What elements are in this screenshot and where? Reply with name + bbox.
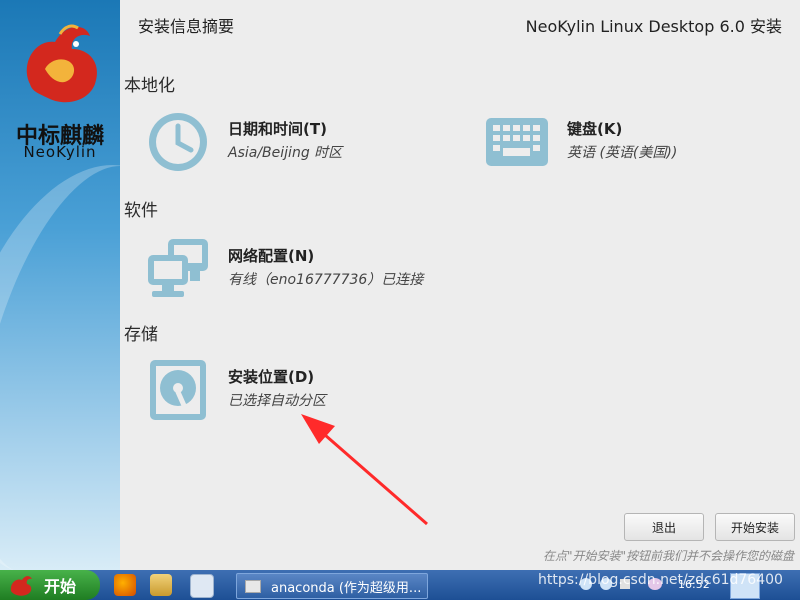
file-manager-icon[interactable] — [190, 574, 214, 598]
qilin-start-icon — [10, 576, 32, 596]
product-title: NeoKylin Linux Desktop 6.0 安装 — [525, 17, 782, 36]
disk-warning-hint: 在点"开始安装"按钮前我们并不会操作您的磁盘 — [542, 549, 794, 563]
brand-name-en: NeoKylin — [23, 143, 97, 161]
disk-icon — [150, 360, 206, 420]
section-title-localization: 本地化 — [124, 76, 175, 96]
watermark: https://blog.csdn.net/zdc61d76400 — [538, 572, 783, 588]
network-status: 有线（eno16777736）已连接 — [228, 272, 424, 288]
datetime-status: Asia/Beijing 时区 — [228, 145, 343, 161]
install-destination-status: 已选择自动分区 — [228, 393, 326, 409]
keyboard-label: 键盘(K) — [567, 120, 623, 138]
clock-icon — [149, 113, 207, 171]
datetime-label: 日期和时间(T) — [228, 120, 327, 138]
network-icon — [148, 239, 208, 297]
sidebar-swoosh — [0, 137, 120, 570]
qilin-logo-icon — [26, 24, 98, 103]
taskbar-item-label: anaconda (作为超级用... — [271, 580, 422, 596]
firefox-icon[interactable] — [114, 574, 136, 596]
install-destination-label: 安装位置(D) — [228, 368, 315, 386]
annotation-arrow — [301, 414, 428, 526]
begin-installation-button[interactable]: 开始安装 — [715, 513, 795, 541]
summary-hub: 安装信息摘要 NeoKylin Linux Desktop 6.0 安装 本地化… — [120, 0, 800, 570]
keyboard-status: 英语 (英语(美国)) — [567, 145, 678, 161]
keyboard-icon — [486, 118, 548, 166]
quit-button[interactable]: 退出 — [624, 513, 704, 541]
section-title-software: 软件 — [124, 201, 158, 221]
mail-icon[interactable] — [150, 574, 172, 596]
page-title: 安装信息摘要 — [138, 17, 235, 36]
window-icon — [245, 579, 261, 593]
taskbar-item-anaconda[interactable]: anaconda (作为超级用... — [236, 573, 428, 599]
spoke-datetime[interactable]: 日期和时间(T) Asia/Beijing 时区 — [146, 110, 342, 174]
start-button[interactable]: 开始 — [0, 570, 100, 600]
sidebar: 中标麒麟 NeoKylin — [0, 0, 120, 570]
network-label: 网络配置(N) — [228, 247, 315, 265]
section-title-storage: 存储 — [124, 325, 158, 345]
spoke-network[interactable]: 网络配置(N) 有线（eno16777736）已连接 — [146, 237, 423, 301]
start-label: 开始 — [44, 577, 77, 596]
spoke-keyboard[interactable]: 键盘(K) 英语 (英语(美国)) — [485, 110, 677, 174]
